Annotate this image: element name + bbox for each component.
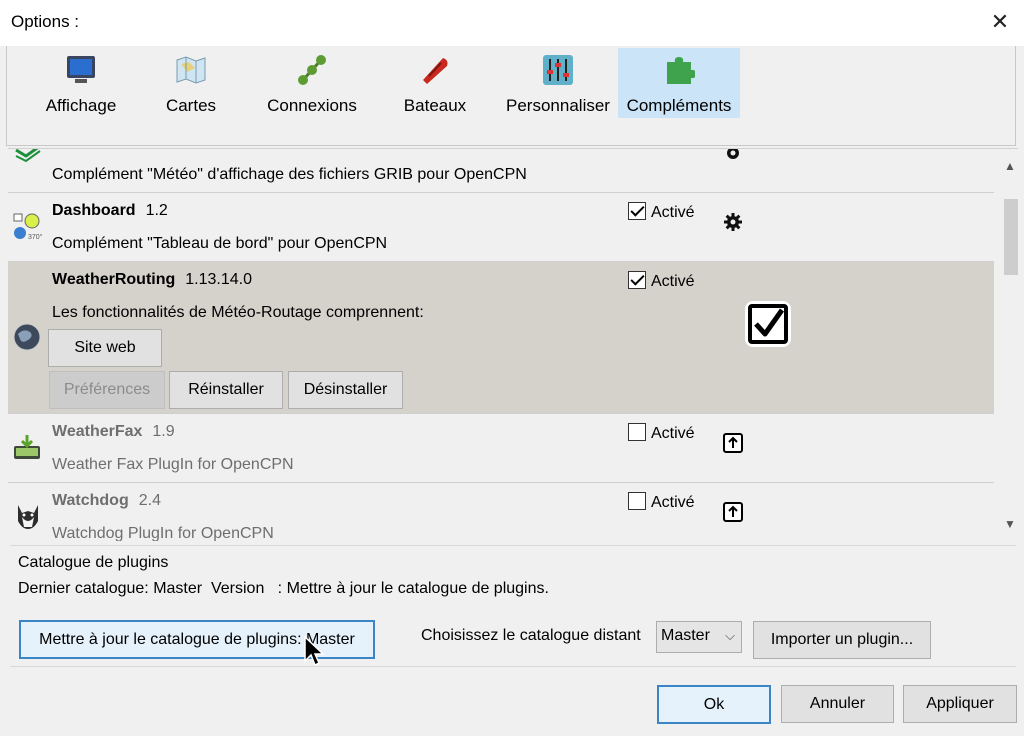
checkbox-label: Activé bbox=[651, 204, 695, 221]
plugin-row-watchdog[interactable]: Watchdog 2.4 Watchdog PlugIn for OpenCPN … bbox=[8, 483, 994, 541]
cancel-button[interactable]: Annuler bbox=[781, 685, 894, 723]
tab-bateaux[interactable]: Bateaux bbox=[387, 48, 483, 118]
ok-button[interactable]: Ok bbox=[657, 685, 771, 724]
globe-icon bbox=[13, 323, 41, 351]
dashboard-icon: 370° bbox=[13, 213, 42, 241]
plugin-version: 1.2 bbox=[145, 202, 168, 219]
svg-text:370°: 370° bbox=[28, 233, 42, 241]
tab-affichage[interactable]: Affichage bbox=[21, 48, 141, 118]
grib-icon bbox=[15, 149, 41, 163]
plugin-version: 1.9 bbox=[152, 423, 175, 440]
catalog-info: Dernier catalogue: Master Version : Mett… bbox=[18, 580, 549, 597]
import-plugin-button[interactable]: Importer un plugin... bbox=[753, 621, 931, 659]
checkbox-label: Activé bbox=[651, 425, 695, 442]
upload-icon[interactable] bbox=[722, 432, 744, 454]
fax-download-icon bbox=[14, 435, 40, 459]
apply-button[interactable]: Appliquer bbox=[903, 685, 1017, 723]
map-icon bbox=[176, 56, 206, 84]
plugin-name: Dashboard 1.2 bbox=[52, 202, 168, 220]
plugin-row-grib[interactable]: Complément "Météo" d'affichage des fichi… bbox=[8, 148, 994, 193]
tab-label: Bateaux bbox=[403, 96, 467, 115]
plugin-description: Les fonctionnalités de Météo-Routage com… bbox=[52, 304, 424, 321]
dog-icon bbox=[18, 505, 38, 529]
scroll-down-icon[interactable]: ▼ bbox=[1002, 517, 1018, 535]
close-icon[interactable]: ✕ bbox=[986, 8, 1014, 36]
plugin-version: 2.4 bbox=[138, 492, 161, 509]
boat-icon bbox=[423, 58, 448, 84]
upload-icon[interactable] bbox=[722, 501, 744, 523]
tab-personnaliser[interactable]: Personnaliser bbox=[497, 48, 619, 118]
vertical-scrollbar[interactable]: ▲ ▼ bbox=[1002, 149, 1018, 541]
plugin-row-weatherrouting[interactable]: WeatherRouting 1.13.14.0 Les fonctionnali… bbox=[8, 262, 994, 414]
title-bar: Options : ✕ bbox=[0, 0, 1024, 46]
connections-icon bbox=[298, 55, 326, 85]
plugin-row-weatherfax[interactable]: WeatherFax 1.9 Weather Fax PlugIn for Ope… bbox=[8, 414, 994, 483]
plugin-description: Complément "Météo" d'affichage des fichi… bbox=[52, 166, 527, 183]
tab-label: Personnaliser bbox=[506, 96, 610, 115]
tab-label: Cartes bbox=[165, 96, 217, 115]
preferences-button: Préférences bbox=[49, 371, 165, 409]
window-title: Options : bbox=[11, 12, 80, 31]
plugin-name: WeatherRouting 1.13.14.0 bbox=[52, 271, 252, 289]
plugin-name-text: WeatherRouting bbox=[52, 271, 176, 288]
plugin-description: Watchdog PlugIn for OpenCPN bbox=[52, 525, 274, 541]
monitor-icon bbox=[67, 56, 95, 83]
plugin-row-dashboard[interactable]: 370° Dashboard 1.2 Complément "Tableau de… bbox=[8, 193, 994, 262]
enable-checkbox[interactable]: Activé bbox=[628, 423, 695, 443]
tab-complements[interactable]: Compléments bbox=[618, 48, 740, 118]
enable-checkbox[interactable]: Activé bbox=[628, 492, 695, 512]
plugin-catalog-group: Catalogue de plugins Dernier catalogue: … bbox=[10, 545, 1016, 667]
checkbox-box[interactable] bbox=[628, 423, 646, 441]
checkbox-box[interactable] bbox=[628, 492, 646, 510]
settings-sliders-icon bbox=[543, 55, 573, 85]
puzzle-icon bbox=[667, 57, 695, 84]
catalog-legend: Catalogue de plugins bbox=[18, 554, 169, 571]
reinstall-button[interactable]: Réinstaller bbox=[169, 371, 283, 409]
enable-checkbox[interactable]: Activé bbox=[628, 202, 695, 222]
enable-checkbox[interactable]: Activé bbox=[628, 271, 695, 291]
gear-icon[interactable] bbox=[722, 211, 744, 233]
plugin-name: Watchdog 2.4 bbox=[52, 492, 161, 510]
plugin-description: Complément "Tableau de bord" pour OpenCP… bbox=[52, 235, 388, 252]
checkbox-box[interactable] bbox=[628, 202, 646, 220]
plugin-version: 1.13.14.0 bbox=[185, 271, 252, 288]
chevron-down-icon: ⌵ bbox=[725, 628, 735, 643]
tab-label: Connexions bbox=[267, 96, 357, 115]
choose-catalog-label: Choisissez le catalogue distant bbox=[421, 627, 641, 644]
plugin-name-text: WeatherFax bbox=[52, 423, 143, 440]
options-toolbar: Affichage Cartes Connexions Bateaux Pers… bbox=[6, 46, 1016, 146]
plugin-name-text: Dashboard bbox=[52, 202, 136, 219]
mouse-cursor-icon bbox=[304, 636, 325, 667]
scroll-up-icon[interactable]: ▲ bbox=[1002, 159, 1018, 177]
plugin-list[interactable]: Complément "Météo" d'affichage des fichi… bbox=[8, 148, 1018, 541]
scrollbar-thumb[interactable] bbox=[1004, 199, 1018, 275]
gear-icon[interactable] bbox=[722, 148, 744, 164]
tab-connexions[interactable]: Connexions bbox=[255, 48, 369, 118]
uninstall-button[interactable]: Désinstaller bbox=[288, 371, 403, 409]
tab-cartes[interactable]: Cartes bbox=[141, 48, 241, 118]
plugin-name: WeatherFax 1.9 bbox=[52, 423, 175, 441]
plugin-name-text: Watchdog bbox=[52, 492, 129, 509]
tab-label: Compléments bbox=[626, 96, 732, 115]
website-button[interactable]: Site web bbox=[48, 329, 162, 367]
plugin-description: Weather Fax PlugIn for OpenCPN bbox=[52, 456, 294, 473]
checkbox-box[interactable] bbox=[628, 271, 646, 289]
checkbox-label: Activé bbox=[651, 494, 695, 511]
catalog-select[interactable]: Master ⌵ bbox=[656, 621, 742, 653]
checkbox-label: Activé bbox=[651, 273, 695, 290]
checkbox-large-icon[interactable] bbox=[744, 300, 792, 348]
tab-label: Affichage bbox=[45, 96, 117, 115]
catalog-selected-value: Master bbox=[661, 627, 710, 644]
